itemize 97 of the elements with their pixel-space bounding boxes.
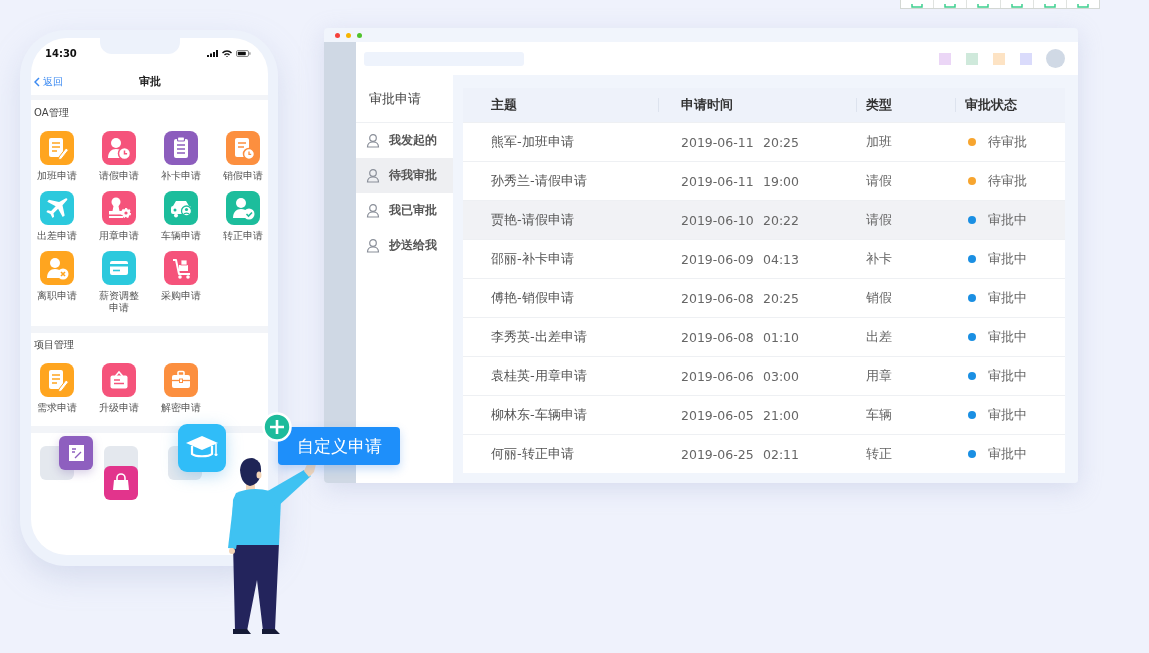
subject-cell-text: 贾艳-请假申请 [490, 211, 575, 229]
back-link[interactable]: 返回 [31, 74, 63, 89]
section-title: 项目管理 [34, 338, 74, 352]
nav-item[interactable]: 我已审批 [356, 193, 453, 228]
app-shortcut[interactable]: 采购申请 [159, 251, 203, 314]
time-text: 21:00 [763, 407, 800, 423]
subject-cell-text: 傅艳-销假申请 [490, 289, 575, 307]
date-text: 2019-06-05 [681, 407, 755, 423]
section-title: OA管理 [34, 106, 69, 120]
type-cell-text: 请假 [865, 172, 893, 190]
status-text: 审批中 [988, 289, 1027, 307]
battery-icon [236, 49, 251, 57]
status-text: 待审批 [988, 133, 1027, 151]
person-icon [366, 238, 381, 253]
glyph-icon [1043, 4, 1056, 8]
person-icon [366, 203, 381, 218]
app-shortcut[interactable]: 销假申请 [221, 131, 265, 182]
type-cell-text: 销假 [865, 289, 893, 307]
time-text: 20:25 [763, 290, 800, 306]
time-text: 01:10 [763, 329, 800, 345]
avatar-icon[interactable] [1046, 49, 1065, 68]
glyph-icon [977, 4, 990, 8]
date-text: 2019-06-06 [681, 368, 755, 384]
column-header: 主题 [490, 96, 518, 114]
date-text: 2019-06-10 [681, 212, 755, 228]
app-shortcut[interactable]: 出差申请 [35, 191, 79, 242]
subject-cell-text: 李秀英-出差申请 [490, 328, 588, 346]
table-row[interactable]: 贾艳-请假申请 2019-06-10 20:22 请假 审批中 [463, 200, 1065, 239]
app-shortcut[interactable]: 转正申请 [221, 191, 265, 242]
glyph-icon [1076, 4, 1089, 8]
type-cell-text: 请假 [865, 211, 893, 229]
app-shortcut[interactable]: 用章申请 [97, 191, 141, 242]
app-shortcut[interactable]: 车辆申请 [159, 191, 203, 242]
subject-cell-text: 柳林东-车辆申请 [490, 406, 588, 424]
app-shortcut[interactable]: 薪资调整申请 [97, 251, 141, 314]
app-shortcut[interactable]: 离职申请 [35, 251, 79, 314]
subject-cell-text: 何丽-转正申请 [490, 445, 575, 463]
time-text: 02:11 [763, 446, 800, 462]
app-shortcut[interactable]: 请假申请 [97, 131, 141, 182]
time-text: 20:22 [763, 212, 800, 228]
column-header: 审批状态 [955, 96, 1065, 114]
person-icon [366, 168, 381, 183]
status-text: 审批中 [988, 211, 1027, 229]
status-time: 14:30 [45, 47, 77, 59]
app-shortcut[interactable]: 需求申请 [35, 363, 79, 414]
swatch-icon[interactable] [966, 52, 978, 65]
app-shortcut[interactable]: 补卡申请 [159, 131, 203, 182]
type-cell-text: 转正 [865, 445, 893, 463]
subject-cell-text: 邵丽-补卡申请 [490, 250, 575, 268]
minimize-icon[interactable] [346, 32, 351, 38]
time-text: 20:25 [763, 134, 800, 150]
nav-item[interactable]: 我发起的 [356, 123, 453, 158]
type-cell-text: 车辆 [865, 406, 893, 424]
date-text: 2019-06-08 [681, 329, 755, 345]
subject-cell-text: 孙秀兰-请假申请 [490, 172, 588, 190]
time-text: 19:00 [763, 173, 800, 189]
date-text: 2019-06-25 [681, 446, 755, 462]
status-text: 待审批 [988, 172, 1027, 190]
maximize-icon[interactable] [357, 32, 362, 38]
column-header: 申请时间 [658, 96, 856, 114]
status-text: 审批中 [988, 367, 1027, 385]
app-shortcut[interactable]: 加班申请 [35, 131, 79, 182]
wifi-icon [222, 49, 232, 57]
status-text: 审批中 [988, 406, 1027, 424]
screen-title: 审批 [138, 74, 161, 89]
column-header: 类型 [856, 96, 955, 114]
signal-icon [207, 49, 218, 57]
glyph-icon [911, 4, 924, 8]
status-text: 审批中 [988, 328, 1027, 346]
chevron-left-icon [34, 76, 40, 87]
date-text: 2019-06-11 [681, 134, 755, 150]
date-text: 2019-06-08 [681, 290, 755, 306]
swatch-icon[interactable] [939, 52, 951, 65]
app-shortcut[interactable]: 解密申请 [159, 363, 203, 414]
type-cell-text: 出差 [865, 328, 893, 346]
date-text: 2019-06-11 [681, 173, 755, 189]
close-icon[interactable] [335, 32, 340, 38]
type-cell-text: 加班 [865, 133, 893, 151]
bag-icon [104, 466, 138, 500]
type-cell-text: 用章 [865, 367, 893, 385]
person-icon [366, 133, 381, 148]
swatch-icon[interactable] [993, 52, 1005, 65]
subject-cell-text: 袁桂英-用章申请 [490, 367, 588, 385]
status-text: 审批中 [988, 250, 1027, 268]
glyph-icon [944, 4, 957, 8]
time-text: 03:00 [763, 368, 800, 384]
type-cell-text: 补卡 [865, 250, 893, 268]
nav-item[interactable]: 待我审批 [356, 158, 453, 193]
glyph-icon [1010, 4, 1023, 8]
nav-item[interactable]: 抄送给我 [356, 228, 453, 263]
time-text: 04:13 [763, 251, 800, 267]
note-pen-icon [59, 436, 93, 470]
date-text: 2019-06-09 [681, 251, 755, 267]
status-text: 审批中 [988, 445, 1027, 463]
app-shortcut[interactable]: 升级申请 [97, 363, 141, 414]
subject-cell-text: 熊军-加班申请 [490, 133, 575, 151]
swatch-icon[interactable] [1020, 52, 1032, 65]
